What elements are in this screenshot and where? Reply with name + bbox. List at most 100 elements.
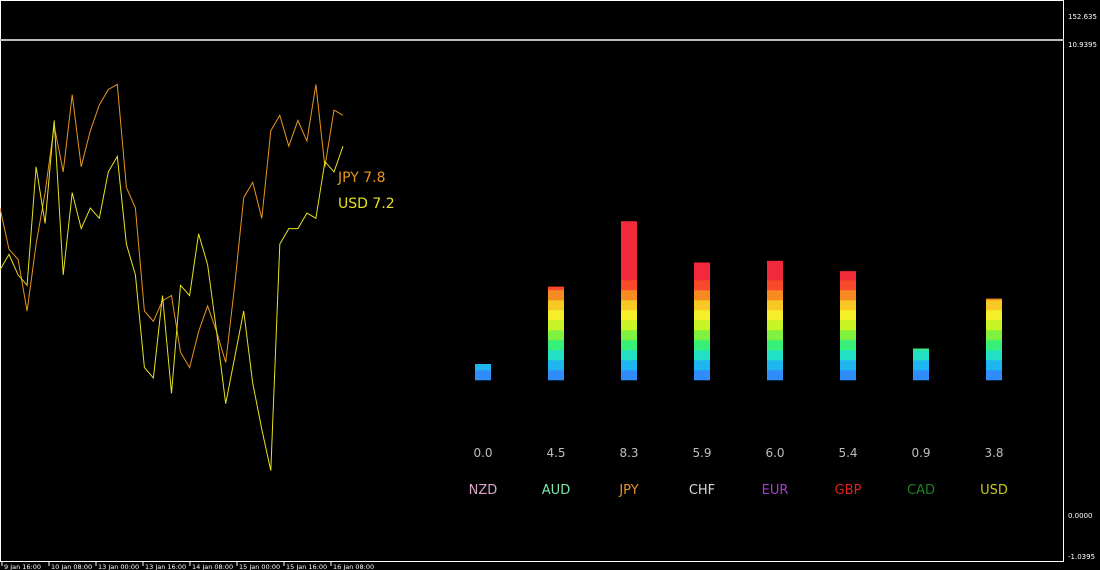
bar-segment [840,280,856,291]
bar-segment [621,300,637,311]
bar-segment [694,360,710,371]
bar-segment [621,370,637,381]
y-tick-label: 152.635 [1068,13,1097,21]
bar-segment [548,320,564,331]
bar-usd [986,298,1002,381]
bar-segment [767,310,783,321]
bar-segment [694,270,710,281]
bar-segment [475,364,491,371]
bar-gbp [840,271,856,381]
bar-segment [548,286,564,291]
bar-segment [548,370,564,381]
bar-segment [767,330,783,341]
bar-category-label: JPY [618,483,638,498]
bar-segment [840,340,856,351]
bar-category-label: AUD [542,483,570,498]
bar-nzd [475,364,491,381]
x-tick-label: 14 Jan 08:00 [192,563,233,570]
bar-segment [694,262,710,271]
bar-segment [475,370,491,381]
bar-eur [767,260,783,381]
bar-segment [986,320,1002,331]
bar-segment [694,340,710,351]
y-tick-label: 10.9395 [1068,41,1097,49]
bar-segment [621,230,637,241]
x-tick-label: 10 Jan 08:00 [51,563,92,570]
bar-segment [986,350,1002,361]
bar-value-label: 0.9 [911,446,930,460]
bar-segment [913,348,929,351]
chart-canvas: 152.635 10.9395 0.0000 -1.0395 9 Jan 16:… [0,0,1100,570]
x-tick-label: 9 Jan 16:00 [4,563,41,570]
bar-segment [621,340,637,351]
bar-segment [694,330,710,341]
bar-segment [840,290,856,301]
bar-cad [913,348,929,381]
bar-segment [694,320,710,331]
bar-segment [986,340,1002,351]
bar-value-label: 0.0 [473,446,492,460]
bar-segment [548,340,564,351]
bar-segment [621,330,637,341]
bar-segment [767,320,783,331]
bar-segment [986,298,1002,301]
bar-segment [767,360,783,371]
bar-category-label: NZD [469,483,498,498]
bar-segment [767,290,783,301]
bar-value-label: 5.4 [838,446,857,460]
bar-category-label: GBP [835,483,862,498]
y-tick-label: -1.0395 [1068,553,1095,561]
x-tick-label: 13 Jan 00:00 [98,563,139,570]
bar-category-label: CHF [689,483,715,498]
bar-segment [621,270,637,281]
bar-segment [840,310,856,321]
bar-segment [548,310,564,321]
bar-segment [840,370,856,381]
bar-segment [840,350,856,361]
bar-segment [840,330,856,341]
bar-segment [913,350,929,361]
bar-category-label: USD [980,483,1008,498]
bar-segment [986,300,1002,311]
bar-aud [548,286,564,381]
bar-value-label: 6.0 [765,446,784,460]
bar-segment [694,350,710,361]
bar-segment [621,350,637,361]
bar-segment [840,360,856,371]
bar-segment [767,350,783,361]
bar-segment [767,260,783,271]
bar-segment [694,290,710,301]
x-tick-label: 15 Jan 16:00 [286,563,327,570]
bar-segment [840,271,856,281]
bar-segment [548,360,564,371]
bar-segment [621,310,637,321]
bar-segment [986,370,1002,381]
bar-segment [840,320,856,331]
bar-segment [694,300,710,311]
bar-segment [548,300,564,311]
x-tick-label: 16 Jan 08:00 [333,563,374,570]
bar-category-label: EUR [762,483,789,498]
bar-segment [548,350,564,361]
bar-segment [767,280,783,291]
bar-segment [621,320,637,331]
bar-jpy [621,221,637,381]
bar-segment [986,360,1002,371]
bar-segment [986,330,1002,341]
bar-segment [621,250,637,261]
bar-segment [621,260,637,271]
bar-segment [913,370,929,381]
x-tick-label: 15 Jan 00:00 [239,563,280,570]
y-tick-label: 0.0000 [1068,512,1093,520]
bar-segment [986,310,1002,321]
series-label-usd: USD 7.2 [338,196,395,212]
bar-segment [767,370,783,381]
bar-value-label: 5.9 [692,446,711,460]
bar-segment [913,360,929,371]
bar-value-label: 3.8 [984,446,1003,460]
bar-category-label: CAD [907,483,935,498]
bar-chf [694,262,710,381]
bar-segment [694,280,710,291]
series-label-jpy: JPY 7.8 [337,170,386,186]
bar-segment [621,290,637,301]
